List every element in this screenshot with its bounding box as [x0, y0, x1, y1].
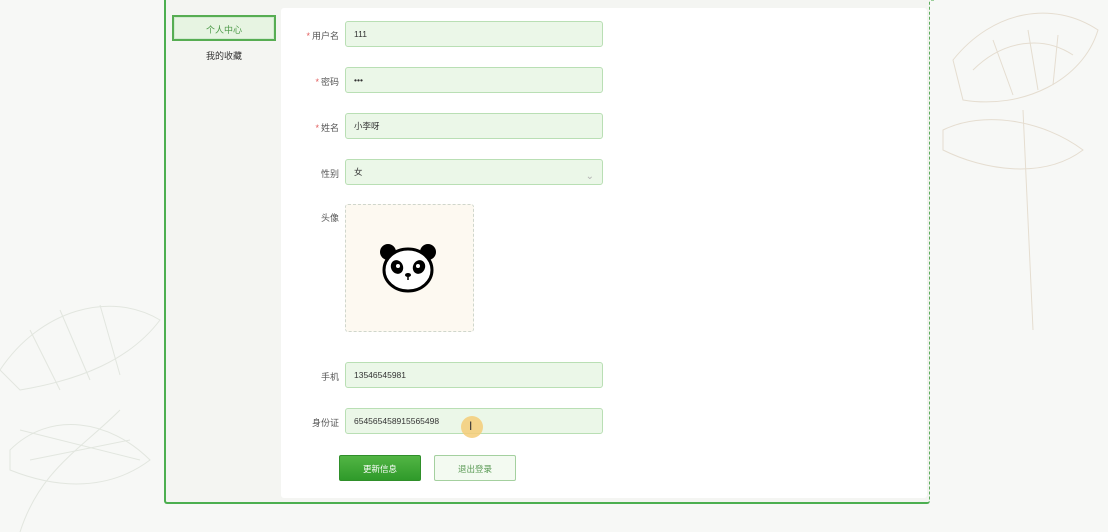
username-label: * 用户名	[306, 31, 339, 41]
username-input[interactable]: 111	[345, 21, 603, 47]
update-info-button[interactable]: 更新信息	[339, 455, 421, 481]
logout-button[interactable]: 退出登录	[434, 455, 516, 481]
avatar-label: 头像	[320, 213, 339, 223]
password-input[interactable]: •••	[345, 67, 603, 93]
chevron-down-icon: ⌄	[585, 171, 594, 182]
required-mark: *	[306, 31, 310, 41]
required-mark: *	[315, 123, 319, 133]
floral-background-left	[0, 304, 161, 532]
gender-value: 女	[354, 167, 363, 177]
sidebar-menu: 个人中心 我的收藏	[172, 15, 276, 69]
password-label: * 密码	[315, 77, 339, 87]
required-mark: *	[315, 77, 319, 87]
avatar-upload[interactable]	[345, 204, 474, 332]
gender-label: 性别	[320, 169, 339, 179]
name-label: * 姓名	[315, 123, 339, 133]
id-card-label: 身份证	[311, 418, 339, 428]
floral-background-right	[942, 12, 1099, 330]
text-cursor-icon: I	[461, 416, 483, 438]
profile-form: * 用户名 111 * 密码 ••• * 姓名 小李呀 性别 女 ⌄ 头像 手机…	[281, 8, 927, 498]
phone-input[interactable]: 13546545981	[345, 362, 603, 388]
gender-select[interactable]: 女 ⌄	[345, 159, 603, 185]
sidebar-item-favorites[interactable]: 我的收藏	[172, 43, 276, 69]
phone-label: 手机	[320, 372, 339, 382]
name-input[interactable]: 小李呀	[345, 113, 603, 139]
panda-icon	[380, 244, 436, 293]
sidebar-item-profile[interactable]: 个人中心	[172, 15, 276, 41]
